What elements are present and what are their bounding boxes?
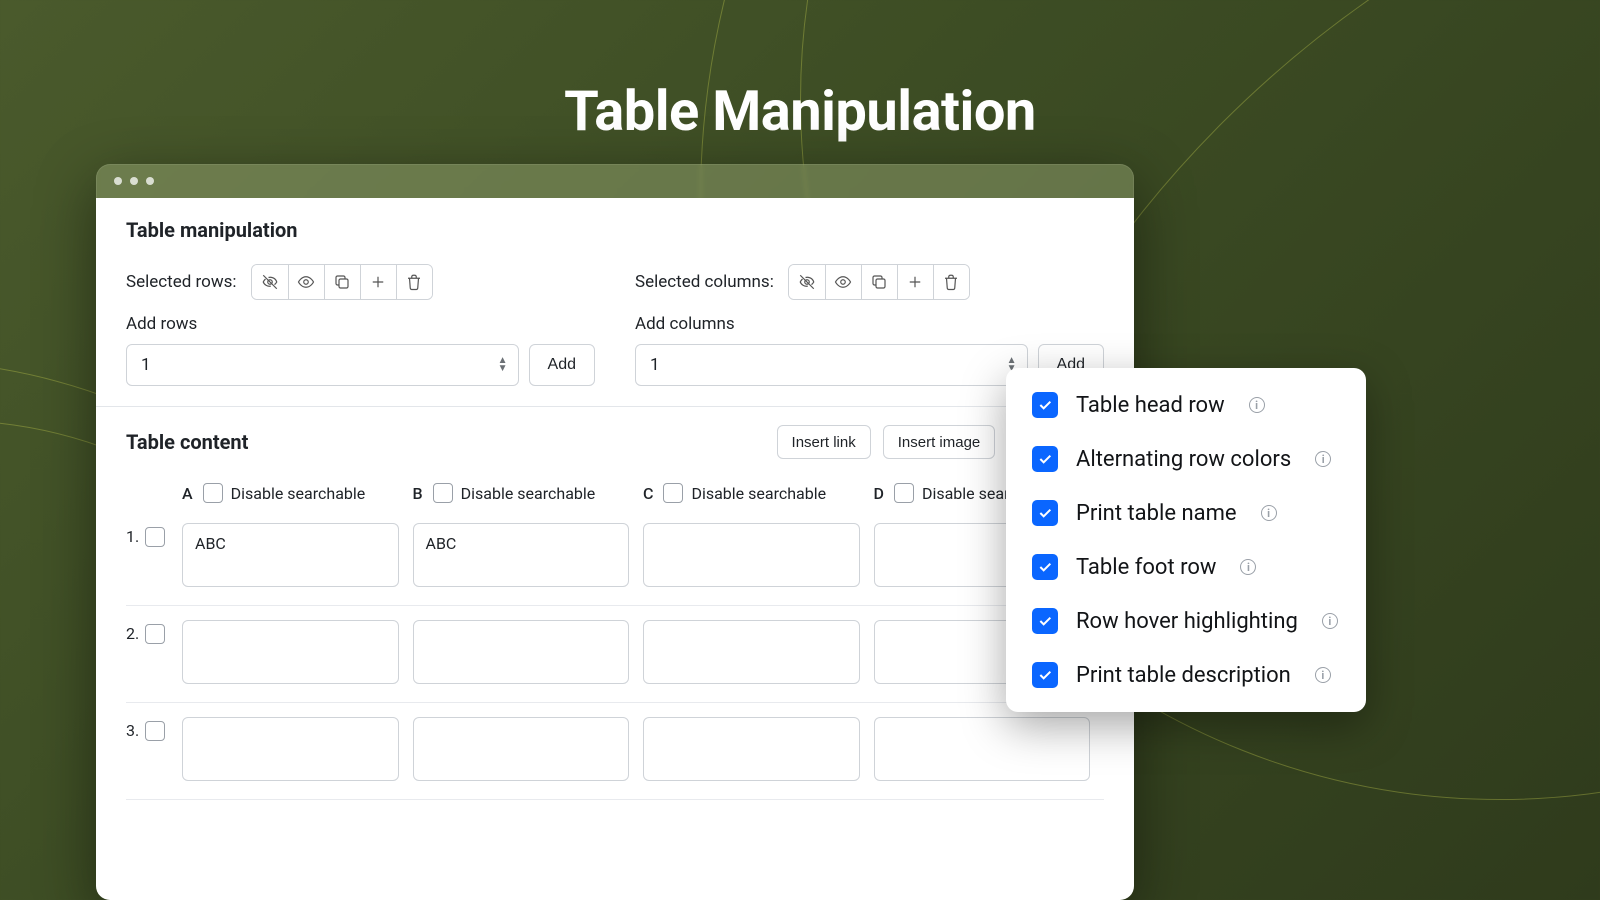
info-icon[interactable]: i <box>1261 505 1277 521</box>
window-titlebar <box>96 164 1134 198</box>
stepper-arrows-icon: ▲▼ <box>498 357 508 373</box>
row-number: 3. <box>126 711 182 791</box>
disable-searchable-label: Disable searchable <box>231 484 366 503</box>
row-select-checkbox[interactable] <box>145 527 165 547</box>
add-rows-label: Add rows <box>126 314 595 334</box>
selected-rows-toolbar <box>251 264 433 300</box>
option-row[interactable]: Print table description i <box>1032 662 1340 688</box>
disable-searchable-checkbox[interactable] <box>203 483 223 503</box>
selected-columns-label: Selected columns: <box>635 272 774 292</box>
add-rows-stepper[interactable]: 1 ▲▼ <box>126 344 519 386</box>
info-icon[interactable]: i <box>1240 559 1256 575</box>
show-icon[interactable] <box>288 265 324 299</box>
row-select-checkbox[interactable] <box>145 721 165 741</box>
trash-icon[interactable] <box>396 265 432 299</box>
option-label: Print table name <box>1076 501 1237 526</box>
column-letter: B <box>413 484 423 503</box>
table-cell-input[interactable] <box>643 523 860 587</box>
duplicate-icon[interactable] <box>861 265 897 299</box>
page-title: Table Manipulation <box>0 78 1600 144</box>
checkbox-checked-icon[interactable] <box>1032 392 1058 418</box>
plus-icon[interactable] <box>360 265 396 299</box>
disable-searchable-label: Disable searchable <box>461 484 596 503</box>
add-rows-button[interactable]: Add <box>529 344 595 386</box>
checkbox-checked-icon[interactable] <box>1032 500 1058 526</box>
option-row[interactable]: Print table name i <box>1032 500 1340 526</box>
row-number: 2. <box>126 614 182 694</box>
checkbox-checked-icon[interactable] <box>1032 608 1058 634</box>
trash-icon[interactable] <box>933 265 969 299</box>
option-row[interactable]: Row hover highlighting i <box>1032 608 1340 634</box>
row-divider <box>126 702 1104 703</box>
column-header-c: C Disable searchable <box>643 473 874 517</box>
duplicate-icon[interactable] <box>324 265 360 299</box>
column-letter: D <box>874 484 884 503</box>
checkbox-checked-icon[interactable] <box>1032 662 1058 688</box>
column-header-a: A Disable searchable <box>182 473 413 517</box>
plus-icon[interactable] <box>897 265 933 299</box>
info-icon[interactable]: i <box>1249 397 1265 413</box>
option-label: Alternating row colors <box>1076 447 1291 472</box>
info-icon[interactable]: i <box>1315 667 1331 683</box>
add-columns-stepper[interactable]: 1 ▲▼ <box>635 344 1028 386</box>
selected-rows-label: Selected rows: <box>126 272 237 292</box>
hide-icon[interactable] <box>252 265 288 299</box>
table-cell-input[interactable] <box>182 620 399 684</box>
row-divider <box>126 799 1104 800</box>
column-letter: A <box>182 484 193 503</box>
disable-searchable-checkbox[interactable] <box>894 483 914 503</box>
option-row[interactable]: Table head row i <box>1032 392 1340 418</box>
checkbox-checked-icon[interactable] <box>1032 554 1058 580</box>
traffic-light-dot <box>130 177 138 185</box>
info-icon[interactable]: i <box>1322 613 1338 629</box>
section-title-manipulation: Table manipulation <box>126 218 1104 242</box>
table-cell-input[interactable] <box>182 717 399 781</box>
traffic-light-dot <box>146 177 154 185</box>
traffic-light-dot <box>114 177 122 185</box>
table-cell-input[interactable] <box>643 620 860 684</box>
option-row[interactable]: Alternating row colors i <box>1032 446 1340 472</box>
option-label: Row hover highlighting <box>1076 609 1298 634</box>
table-cell-input[interactable] <box>874 717 1091 781</box>
info-icon[interactable]: i <box>1315 451 1331 467</box>
insert-image-button[interactable]: Insert image <box>883 425 996 459</box>
insert-link-button[interactable]: Insert link <box>777 425 871 459</box>
table-cell-input[interactable] <box>413 620 630 684</box>
disable-searchable-checkbox[interactable] <box>663 483 683 503</box>
disable-searchable-checkbox[interactable] <box>433 483 453 503</box>
row-divider <box>126 605 1104 606</box>
table-cell-input[interactable]: ABC <box>182 523 399 587</box>
row-select-checkbox[interactable] <box>145 624 165 644</box>
show-icon[interactable] <box>825 265 861 299</box>
add-columns-label: Add columns <box>635 314 1104 334</box>
option-label: Print table description <box>1076 663 1291 688</box>
add-rows-value: 1 <box>141 355 151 375</box>
row-number: 1. <box>126 517 182 597</box>
disable-searchable-label: Disable searchable <box>691 484 826 503</box>
options-popover: Table head row i Alternating row colors … <box>1006 368 1366 712</box>
table-cell-input[interactable] <box>413 717 630 781</box>
table-cell-input[interactable] <box>643 717 860 781</box>
selected-columns-toolbar <box>788 264 970 300</box>
option-label: Table foot row <box>1076 555 1216 580</box>
hide-icon[interactable] <box>789 265 825 299</box>
option-row[interactable]: Table foot row i <box>1032 554 1340 580</box>
option-label: Table head row <box>1076 393 1225 418</box>
app-window: Table manipulation Selected rows: Add ro… <box>96 164 1134 900</box>
add-columns-value: 1 <box>650 355 660 375</box>
section-title-content: Table content <box>126 430 248 454</box>
column-letter: C <box>643 484 653 503</box>
table-cell-input[interactable]: ABC <box>413 523 630 587</box>
column-header-b: B Disable searchable <box>413 473 644 517</box>
checkbox-checked-icon[interactable] <box>1032 446 1058 472</box>
